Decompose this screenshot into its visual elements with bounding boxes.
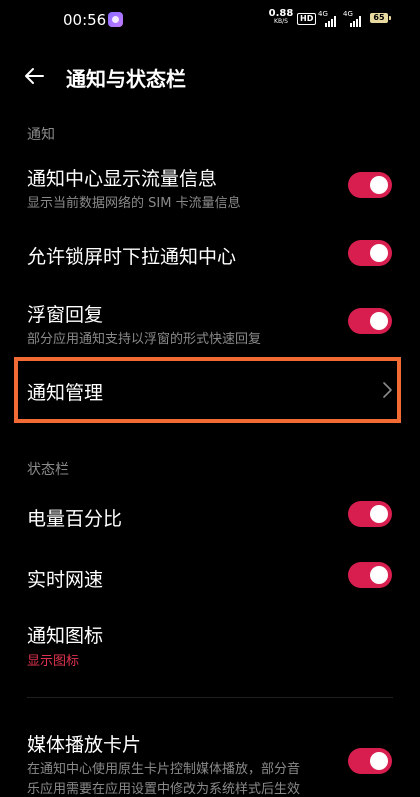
battery-icon: 65 [370,13,391,23]
status-time: 00:56 [63,11,107,29]
setting-notify-manage[interactable]: 通知管理 [0,370,420,410]
app-notification-icon [108,12,123,27]
divider [27,697,393,698]
sim1-signal-icon: 4G [318,10,342,28]
page-title: 通知与状态栏 [66,67,186,91]
setting-battery-percent[interactable]: 电量百分比 [0,496,420,536]
toggle-knob [370,566,388,584]
setting-notify-icons[interactable]: 通知图标 显示图标 [0,619,420,671]
setting-title: 通知中心显示流量信息 [27,168,218,190]
setting-title: 通知图标 [27,625,104,647]
status-bar: 00:56 0.88 KB/S HD 4G 4G 65 [0,0,420,40]
toggle-lockscreen-pull[interactable] [348,240,392,266]
setting-media-card[interactable]: 媒体播放卡片 在通知中心使用原生卡片控制媒体播放，部分音 乐应用需要在应用设置中… [0,728,420,797]
setting-subtitle-line2: 乐应用需要在应用设置中修改为系统样式后生效 [27,782,301,797]
toggle-traffic-info[interactable] [348,172,392,198]
setting-lockscreen-pull[interactable]: 允许锁屏时下拉通知中心 [0,236,420,276]
setting-subtitle: 部分应用通知支持以浮窗的形式快速回复 [27,332,262,347]
setting-title: 浮窗回复 [27,304,104,326]
sim2-signal-icon: 4G [343,10,367,28]
chevron-right-icon [383,382,392,398]
setting-title: 允许锁屏时下拉通知中心 [27,246,237,268]
header: 通知与状态栏 [0,52,420,100]
toggle-knob [370,244,388,262]
setting-subtitle: 显示当前数据网络的 SIM 卡流量信息 [27,196,241,211]
setting-realtime-speed[interactable]: 实时网速 [0,557,420,597]
setting-value: 显示图标 [27,654,80,669]
setting-float-reply[interactable]: 浮窗回复 部分应用通知支持以浮窗的形式快速回复 [0,296,420,352]
setting-title: 电量百分比 [27,508,123,530]
battery-level: 65 [373,13,385,22]
toggle-knob [370,312,388,330]
setting-title: 通知管理 [27,382,104,404]
setting-traffic-info[interactable]: 通知中心显示流量信息 显示当前数据网络的 SIM 卡流量信息 [0,160,420,216]
toggle-knob [370,176,388,194]
toggle-knob [370,505,388,523]
toggle-float-reply[interactable] [348,308,392,334]
section-label-notify: 通知 [27,127,55,143]
toggle-knob [370,752,388,770]
toggle-battery-percent[interactable] [348,501,392,527]
toggle-realtime-speed[interactable] [348,562,392,588]
toggle-media-card[interactable] [348,748,392,774]
setting-title: 媒体播放卡片 [27,734,142,756]
hd-badge: HD [297,13,317,25]
network-speed-unit: KB/S [274,18,288,25]
setting-subtitle-line1: 在通知中心使用原生卡片控制媒体播放，部分音 [27,762,301,777]
section-label-statusbar: 状态栏 [27,462,69,478]
setting-title: 实时网速 [27,569,104,591]
network-speed: 0.88 KB/S [268,9,294,26]
back-arrow-icon[interactable] [22,64,46,88]
